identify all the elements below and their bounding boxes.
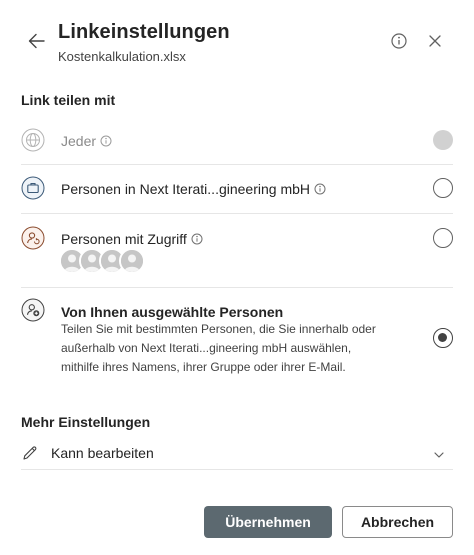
divider — [21, 213, 453, 214]
radio-organization[interactable] — [433, 178, 453, 198]
cancel-button[interactable]: Abbrechen — [342, 506, 453, 538]
divider — [21, 287, 453, 288]
panel-header: Linkeinstellungen Kostenkalkulation.xlsx — [0, 0, 474, 80]
chevron-down-icon — [433, 448, 445, 460]
avatar-group — [59, 248, 145, 276]
more-settings-title: Mehr Einstellungen — [21, 414, 151, 430]
radio-anyone — [433, 130, 453, 150]
radio-specific-people[interactable] — [433, 328, 453, 348]
description-line: außerhalb von Next Iterati...gineering m… — [61, 341, 352, 355]
back-arrow-icon[interactable] — [26, 30, 48, 52]
close-icon[interactable] — [428, 34, 442, 48]
permission-dropdown[interactable]: Kann bearbeiten — [21, 440, 453, 468]
option-people-with-access[interactable]: Personen mit Zugriff — [21, 226, 453, 278]
option-anyone-label: Jeder — [61, 133, 112, 149]
divider — [21, 164, 453, 165]
description-line: Teilen Sie mit bestimmten Personen, die … — [61, 322, 376, 336]
avatar — [119, 248, 145, 274]
permission-value: Kann bearbeiten — [51, 445, 154, 461]
info-icon[interactable] — [191, 232, 203, 245]
globe-icon — [21, 128, 45, 152]
person-add-icon — [21, 298, 45, 322]
option-people-with-access-label: Personen mit Zugriff — [61, 231, 203, 247]
person-sync-icon — [21, 226, 45, 250]
briefcase-icon — [21, 176, 45, 200]
radio-people-with-access[interactable] — [433, 228, 453, 248]
share-section-title: Link teilen mit — [21, 92, 116, 108]
option-specific-people[interactable]: Von Ihnen ausgewählte Personen Teilen Si… — [21, 298, 453, 378]
info-icon[interactable] — [100, 134, 112, 147]
info-icon[interactable] — [390, 32, 408, 50]
info-icon[interactable] — [314, 182, 326, 195]
apply-button[interactable]: Übernehmen — [204, 506, 332, 538]
divider — [21, 469, 453, 470]
pencil-icon — [21, 444, 39, 462]
description-line: mithilfe ihres Namens, ihrer Gruppe oder… — [61, 360, 346, 374]
option-anyone: Jeder — [21, 128, 453, 152]
panel-title: Linkeinstellungen — [58, 21, 230, 43]
file-name: Kostenkalkulation.xlsx — [58, 49, 186, 64]
option-organization[interactable]: Personen in Next Iterati...gineering mbH — [21, 176, 453, 200]
option-specific-people-description: Teilen Sie mit bestimmten Personen, die … — [61, 320, 391, 377]
option-organization-label: Personen in Next Iterati...gineering mbH — [61, 181, 326, 197]
option-specific-people-label: Von Ihnen ausgewählte Personen — [61, 304, 284, 320]
